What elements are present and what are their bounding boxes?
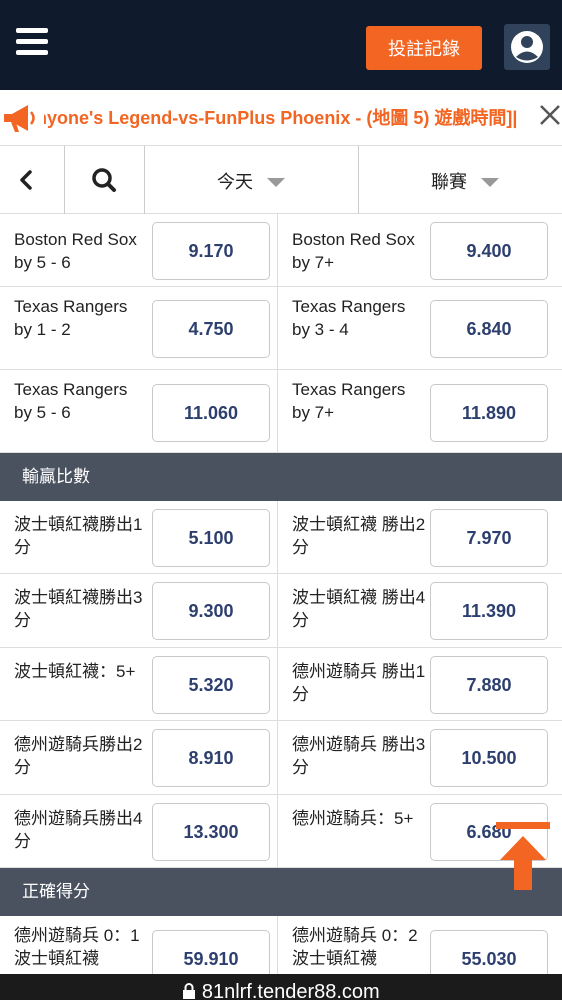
odds-cell: Boston Red Sox by 5 - 6 9.170 [0, 214, 278, 286]
selection-label: 波士頓紅襪 勝出4分 [292, 588, 426, 630]
odds-cell: 德州遊騎兵勝出4分 13.300 [0, 795, 278, 867]
user-account-icon[interactable] [504, 24, 550, 70]
odds-button[interactable]: 11.060 [152, 384, 270, 442]
lock-icon [182, 981, 202, 1000]
odds-cell: 德州遊騎兵 勝出1分 7.880 [278, 648, 562, 720]
selection-label: Texas Rangers by 5 - 6 [14, 380, 128, 422]
odds-button[interactable]: 7.970 [430, 509, 548, 567]
selection-label: 德州遊騎兵 0：2 波士頓紅襪 [292, 926, 418, 968]
scroll-to-top-arrow-icon[interactable] [496, 822, 550, 892]
odds-cell: 德州遊騎兵 0：2 波士頓紅襪 55.030 [278, 916, 562, 974]
league-filter-dropdown[interactable]: 聯賽 [358, 146, 562, 214]
date-filter-label: 今天 [217, 172, 253, 193]
odds-row: 波士頓紅襪勝出1分 5.100 波士頓紅襪 勝出2分 7.970 [0, 501, 562, 574]
odds-button[interactable]: 9.400 [430, 222, 548, 280]
odds-cell: Texas Rangers by 3 - 4 6.840 [278, 287, 562, 369]
chevron-left-icon [20, 170, 32, 190]
odds-cell: 波士頓紅襪 勝出2分 7.970 [278, 501, 562, 573]
odds-button[interactable]: 5.320 [152, 656, 270, 714]
selection-label: 德州遊騎兵 0：1 波士頓紅襪 [14, 926, 140, 968]
announcement-marquee: nyone's Legend-vs-FunPlus Phoenix - (地圖 … [0, 90, 562, 146]
odds-button[interactable]: 9.300 [152, 582, 270, 640]
odds-row: Texas Rangers by 1 - 2 4.750 Texas Range… [0, 287, 562, 370]
marquee-text: nyone's Legend-vs-FunPlus Phoenix - (地圖 … [44, 108, 518, 128]
odds-cell: 德州遊騎兵勝出2分 8.910 [0, 721, 278, 794]
odds-list[interactable]: Boston Red Sox by 5 - 6 9.170 Boston Red… [0, 214, 562, 974]
selection-label: Boston Red Sox by 5 - 6 [14, 230, 137, 272]
selection-label: 波士頓紅襪勝出1分 [14, 515, 143, 557]
odds-cell: 波士頓紅襪：5+ 5.320 [0, 648, 278, 720]
odds-button[interactable]: 10.500 [430, 729, 548, 787]
back-button[interactable] [0, 146, 64, 214]
odds-row: 波士頓紅襪：5+ 5.320 德州遊騎兵 勝出1分 7.880 [0, 648, 562, 721]
hamburger-menu-icon[interactable] [16, 28, 48, 56]
selection-label: Boston Red Sox by 7+ [292, 230, 415, 272]
chevron-down-icon [267, 178, 285, 187]
odds-button[interactable]: 7.880 [430, 656, 548, 714]
odds-row: 德州遊騎兵勝出4分 13.300 德州遊騎兵：5+ 6.680 [0, 795, 562, 868]
selection-label: 德州遊騎兵勝出4分 [14, 809, 143, 851]
search-button[interactable] [64, 146, 144, 214]
section-header-correct-score[interactable]: 正確得分 [0, 868, 562, 916]
odds-cell: Texas Rangers by 5 - 6 11.060 [0, 370, 278, 452]
odds-cell: 德州遊騎兵 0：1 波士頓紅襪 59.910 [0, 916, 278, 974]
odds-button[interactable]: 11.390 [430, 582, 548, 640]
odds-button[interactable]: 13.300 [152, 803, 270, 861]
selection-label: 波士頓紅襪：5+ [14, 662, 136, 681]
odds-cell: Texas Rangers by 1 - 2 4.750 [0, 287, 278, 369]
odds-row: 德州遊騎兵勝出2分 8.910 德州遊騎兵 勝出3分 10.500 [0, 721, 562, 795]
odds-button[interactable]: 6.840 [430, 300, 548, 358]
odds-button[interactable]: 5.100 [152, 509, 270, 567]
selection-label: 德州遊騎兵勝出2分 [14, 735, 143, 777]
section-header-winning-margin[interactable]: 輸贏比數 [0, 453, 562, 501]
selection-label: 波士頓紅襪 勝出2分 [292, 515, 426, 557]
odds-button[interactable]: 59.910 [152, 930, 270, 974]
chevron-down-icon [481, 178, 499, 187]
date-filter-dropdown[interactable]: 今天 [144, 146, 358, 214]
odds-cell: Boston Red Sox by 7+ 9.400 [278, 214, 562, 286]
selection-label: Texas Rangers by 7+ [292, 380, 406, 422]
odds-row: Texas Rangers by 5 - 6 11.060 Texas Rang… [0, 370, 562, 453]
selection-label: 德州遊騎兵 勝出1分 [292, 662, 426, 704]
search-icon [92, 168, 116, 192]
odds-button[interactable]: 9.170 [152, 222, 270, 280]
league-filter-label: 聯賽 [431, 172, 467, 193]
selection-label: 波士頓紅襪勝出3分 [14, 588, 143, 630]
close-icon[interactable] [538, 103, 562, 127]
odds-cell: 波士頓紅襪勝出1分 5.100 [0, 501, 278, 573]
selection-label: Texas Rangers by 3 - 4 [292, 297, 406, 339]
browser-url-bar[interactable]: 81nlrf.tender88.com [0, 974, 562, 1000]
odds-cell: Texas Rangers by 7+ 11.890 [278, 370, 562, 452]
odds-row: 德州遊騎兵 0：1 波士頓紅襪 59.910 德州遊騎兵 0：2 波士頓紅襪 5… [0, 916, 562, 974]
megaphone-icon [2, 102, 40, 134]
url-text: 81nlrf.tender88.com [201, 981, 380, 1000]
filter-bar: 今天 聯賽 [0, 146, 562, 214]
odds-button[interactable]: 55.030 [430, 930, 548, 974]
odds-cell: 波士頓紅襪 勝出4分 11.390 [278, 574, 562, 647]
odds-button[interactable]: 11.890 [430, 384, 548, 442]
top-bar: 投註記錄 [0, 0, 562, 90]
selection-label: 德州遊騎兵 勝出3分 [292, 735, 426, 777]
odds-cell: 波士頓紅襪勝出3分 9.300 [0, 574, 278, 647]
odds-cell: 德州遊騎兵 勝出3分 10.500 [278, 721, 562, 794]
odds-button[interactable]: 8.910 [152, 729, 270, 787]
odds-row: Boston Red Sox by 5 - 6 9.170 Boston Red… [0, 214, 562, 287]
bet-history-button[interactable]: 投註記錄 [366, 26, 482, 70]
odds-row: 波士頓紅襪勝出3分 9.300 波士頓紅襪 勝出4分 11.390 [0, 574, 562, 648]
selection-label: 德州遊騎兵：5+ [292, 809, 414, 828]
odds-button[interactable]: 4.750 [152, 300, 270, 358]
selection-label: Texas Rangers by 1 - 2 [14, 297, 128, 339]
